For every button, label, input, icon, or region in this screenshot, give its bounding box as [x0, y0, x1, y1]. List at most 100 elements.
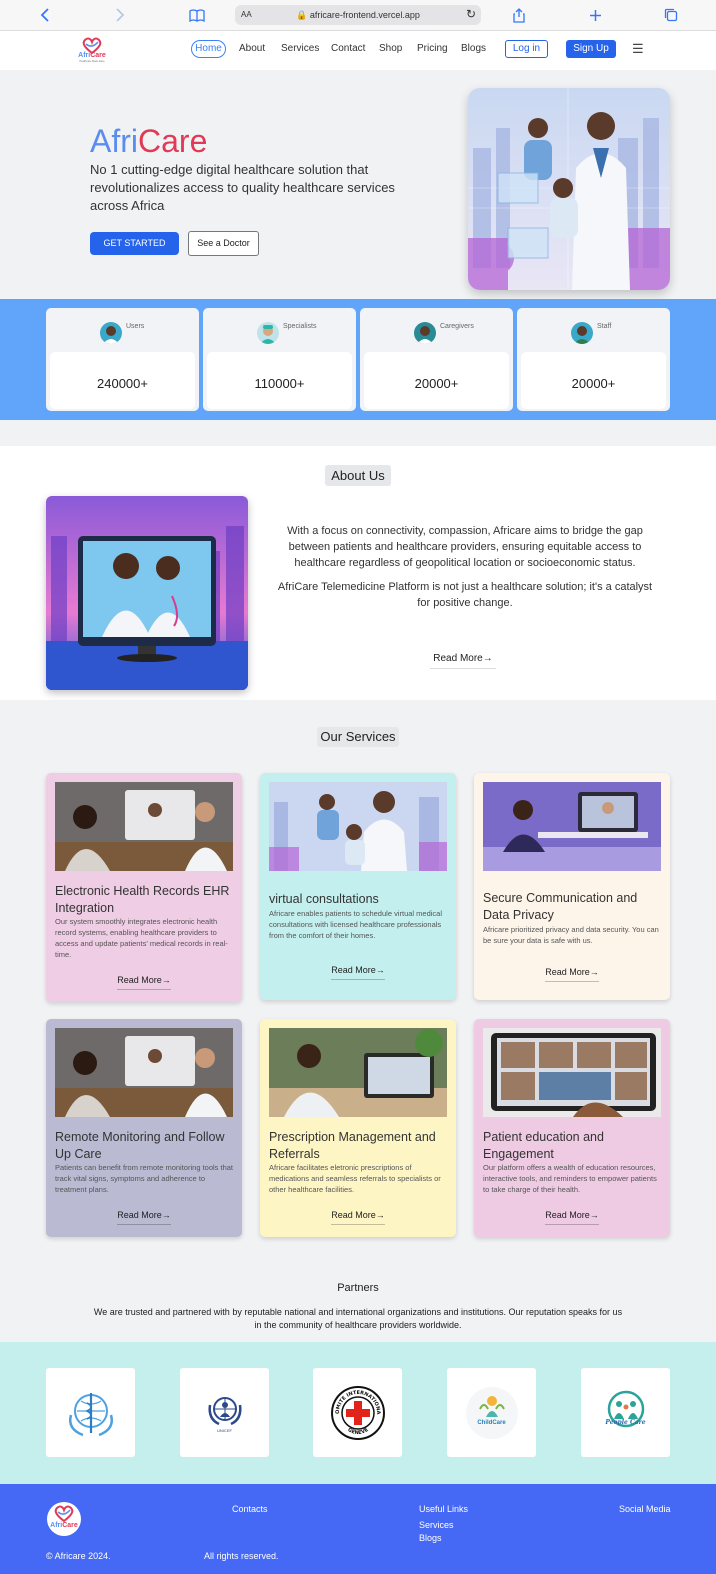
stat-value: 240000+ — [97, 376, 148, 391]
service-read-more-link[interactable]: Read More→ — [260, 1210, 456, 1225]
nav-services[interactable]: Services — [281, 43, 319, 54]
caregiver-avatar-icon — [414, 322, 436, 344]
stat-value-box: 240000+ — [50, 352, 195, 409]
footer-logo-afri: Afri — [50, 1522, 63, 1529]
stat-label: Staff — [597, 323, 612, 330]
footer-logo[interactable]: AfriCare — [47, 1502, 81, 1536]
service-title: Secure Communication and Data Privacy — [483, 891, 638, 922]
url-value: africare-frontend.vercel.app — [309, 10, 420, 20]
menu-icon[interactable]: ☰ — [632, 41, 644, 57]
nav-about[interactable]: About — [239, 43, 265, 54]
partner-logo-icrc[interactable]: COMITE INTERNATIONAL GENEVE — [313, 1368, 402, 1457]
footer-useful-links-title: Useful Links — [419, 1504, 469, 1514]
services-title: Our Services — [317, 727, 399, 747]
service-title: Electronic Health Records EHR Integratio… — [55, 884, 230, 915]
arrow-right-icon: → — [589, 1210, 599, 1225]
forward-icon[interactable] — [110, 5, 130, 25]
service-read-more-label: Read More — [331, 1210, 376, 1225]
stat-card-caregivers: Caregivers 20000+ — [360, 308, 513, 411]
service-card-ehr[interactable]: Electronic Health Records EHR Integratio… — [46, 773, 242, 1002]
service-read-more-link[interactable]: Read More→ — [474, 1210, 670, 1225]
service-read-more-link[interactable]: Read More→ — [46, 1210, 242, 1225]
red-cross-icon: COMITE INTERNATIONAL GENEVE — [330, 1385, 385, 1440]
arrow-right-icon: → — [375, 1210, 385, 1225]
stat-card-users: Users 240000+ — [46, 308, 199, 411]
service-read-more-label: Read More — [117, 975, 162, 990]
get-started-button[interactable]: GET STARTED — [90, 232, 179, 255]
nav-blogs[interactable]: Blogs — [461, 43, 486, 54]
about-image — [46, 496, 248, 690]
logo-tagline: Healthcare Made Easy — [79, 60, 105, 63]
stat-value-box: 20000+ — [364, 352, 509, 409]
service-desc: Our platform offers a wealth of educatio… — [483, 1163, 657, 1194]
stat-value-box: 20000+ — [521, 352, 666, 409]
childcare-caption: ChildCare — [477, 1419, 506, 1426]
service-read-more-link[interactable]: Read More→ — [260, 965, 456, 980]
hero-brand-care: Care — [138, 123, 208, 159]
footer-logo-text: AfriCare — [47, 1522, 81, 1529]
new-tab-icon[interactable] — [585, 5, 605, 25]
service-read-more-link[interactable]: Read More→ — [46, 975, 242, 990]
specialist-avatar-icon — [257, 322, 279, 344]
partner-logo-who[interactable] — [46, 1368, 135, 1457]
service-image-ehr — [55, 782, 233, 871]
stat-value: 110000+ — [254, 376, 305, 391]
partner-logo-childcare[interactable]: ChildCare — [447, 1368, 536, 1457]
stat-label: Users — [126, 323, 145, 330]
stat-card-specialists: Specialists 110000+ — [203, 308, 356, 411]
hero-brand-afri: Afri — [90, 123, 138, 159]
footer: AfriCare Contacts Useful Links Services … — [0, 1484, 716, 1574]
arrow-right-icon: → — [375, 965, 385, 980]
tabs-icon[interactable] — [661, 5, 681, 25]
logo-afri: Afri — [78, 52, 91, 59]
partner-logo-people-care[interactable]: People Care — [581, 1368, 670, 1457]
nav-shop[interactable]: Shop — [379, 43, 402, 54]
see-doctor-button[interactable]: See a Doctor — [188, 231, 259, 256]
service-card-education[interactable]: Patient education and Engagement Our pla… — [474, 1019, 670, 1237]
about-section: About Us With a focus on connectivity, c… — [0, 446, 716, 700]
service-card-monitoring[interactable]: Remote Monitoring and Follow Up Care Pat… — [46, 1019, 242, 1237]
about-paragraph-2: AfriCare Telemedicine Platform is not ju… — [277, 581, 653, 609]
signup-button[interactable]: Sign Up — [566, 40, 616, 58]
share-icon[interactable] — [509, 5, 529, 25]
address-bar[interactable]: AA 🔒 africare-frontend.vercel.app ↻ — [235, 5, 481, 25]
arrow-right-icon: → — [161, 1210, 171, 1225]
back-icon[interactable] — [35, 5, 55, 25]
service-desc: Patients can benefit from remote monitor… — [55, 1163, 234, 1194]
service-desc: Africare prioritized privacy and data se… — [483, 925, 659, 945]
service-desc: Africare enables patients to schedule vi… — [269, 909, 443, 940]
reload-icon[interactable]: ↻ — [466, 7, 476, 21]
url-text: 🔒 africare-frontend.vercel.app — [296, 10, 420, 20]
about-read-more-link[interactable]: Read More→ — [430, 653, 496, 669]
about-paragraph-1: With a focus on connectivity, compassion… — [287, 525, 643, 569]
people-care-logo: People Care — [602, 1389, 650, 1437]
footer-copyright: © Africare 2024. — [46, 1551, 111, 1561]
footer-link-services[interactable]: Services — [419, 1520, 454, 1530]
service-card-virtual[interactable]: virtual consultations Africare enables p… — [260, 773, 456, 1000]
login-button[interactable]: Log in — [505, 40, 548, 58]
service-card-privacy[interactable]: Secure Communication and Data Privacy Af… — [474, 773, 670, 1000]
hero-image — [468, 88, 670, 290]
about-text: With a focus on connectivity, compassion… — [270, 523, 660, 619]
nav-contact[interactable]: Contact — [331, 43, 365, 54]
top-navbar: AfriCare Healthcare Made Easy Home About… — [0, 31, 716, 70]
nav-pricing[interactable]: Pricing — [417, 43, 448, 54]
service-card-prescription[interactable]: Prescription Management and Referrals Af… — [260, 1019, 456, 1237]
arrow-right-icon: → — [589, 967, 599, 982]
footer-link-blogs[interactable]: Blogs — [419, 1533, 442, 1543]
service-read-more-label: Read More — [331, 965, 376, 980]
arrow-right-icon: → — [482, 653, 493, 664]
stat-value: 20000+ — [414, 376, 459, 391]
partner-logo-unicef[interactable]: UNICEF — [180, 1368, 269, 1457]
service-desc: Our system smoothly integrates electroni… — [55, 917, 228, 959]
stats-band: Users 240000+ Specialists 110000+ Caregi… — [0, 299, 716, 420]
service-read-more-link[interactable]: Read More→ — [474, 967, 670, 982]
stat-label: Caregivers — [440, 323, 474, 330]
logo-care: Care — [90, 52, 106, 59]
footer-rights: All rights reserved. — [204, 1551, 279, 1561]
nav-home[interactable]: Home — [191, 40, 226, 58]
about-read-more-label: Read More — [433, 653, 483, 664]
bookmarks-icon[interactable] — [187, 5, 207, 25]
partners-band: UNICEF COMITE INTERNATIONAL GENEVE Child — [0, 1342, 716, 1484]
nav-logo[interactable]: AfriCare Healthcare Made Easy — [76, 35, 108, 65]
